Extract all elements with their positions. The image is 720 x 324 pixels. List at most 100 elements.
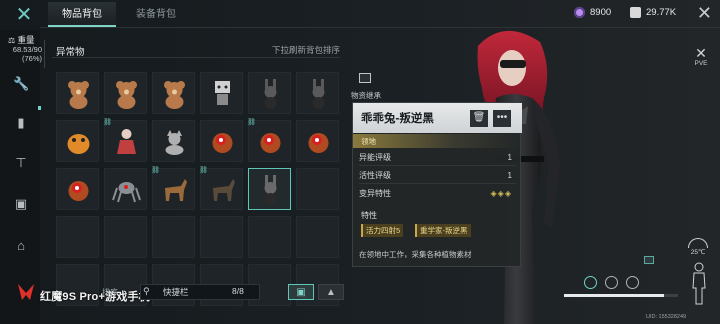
stat-row: 异能评级 1 — [359, 150, 516, 166]
mutation-icons: ◈◈◈ — [490, 189, 512, 198]
inventory-slot[interactable] — [56, 72, 99, 114]
inventory-slot[interactable] — [296, 72, 339, 114]
left-sidebar — [0, 30, 40, 324]
orange-creature-icon — [67, 134, 90, 154]
link-icon: ⛓ — [103, 119, 112, 126]
teddy-bear-icon — [116, 81, 137, 109]
tab-equipment-bag[interactable]: 装备背包 — [122, 2, 190, 27]
inventory-slot[interactable] — [296, 168, 339, 210]
crystal-amount: 8900 — [590, 7, 612, 18]
inventory-slot[interactable] — [104, 72, 147, 114]
teddy-bear-icon — [164, 81, 185, 109]
coin-currency: 29.77K — [630, 7, 676, 18]
quickbar-count: 8/8 — [232, 286, 244, 296]
item-description: 在领地中工作，采集各种植物素材 — [359, 250, 472, 259]
inventory-slot[interactable] — [296, 120, 339, 162]
dark-rabbit-icon — [264, 175, 277, 205]
link-icon: ⛓ — [199, 167, 208, 174]
stat-label: 活性评级 — [359, 171, 391, 180]
inventory-slot[interactable] — [200, 120, 243, 162]
item-name: 乖乖兔-叛逆黑 — [361, 113, 434, 125]
traits-label: 特性 — [361, 211, 377, 220]
body-status-icon[interactable] — [690, 262, 708, 306]
dark-rabbit-icon — [312, 79, 325, 109]
coin-icon — [630, 7, 641, 18]
tab-item-bag[interactable]: 物品背包 — [48, 2, 116, 27]
rank-strip: 领地 — [353, 134, 522, 148]
inventory-slot[interactable]: ⛓ — [103, 119, 147, 162]
inventory-slot[interactable] — [248, 216, 291, 258]
stat-row: 变异特性 ◈◈◈ — [359, 186, 516, 202]
inventory-slot[interactable] — [152, 120, 195, 162]
inventory-slot[interactable]: ⛓ — [151, 167, 195, 210]
section-label: 物资继承 — [351, 91, 381, 100]
inventory-slot[interactable] — [56, 168, 99, 210]
stat-value: 1 — [507, 171, 512, 180]
crystal-currency: 8900 — [574, 7, 611, 18]
red-doll-icon — [117, 129, 136, 154]
grey-cat-icon — [165, 130, 184, 155]
temperature-readout: 25℃ — [690, 249, 706, 256]
inventory-slot[interactable]: ⛓ — [199, 167, 243, 210]
canister-icon[interactable]: ▮ — [13, 115, 29, 131]
toolbox-icon[interactable]: ▣ — [13, 196, 29, 212]
stat-label: 变异特性 — [359, 189, 391, 198]
inventory-slot[interactable] — [248, 168, 291, 210]
status-circle-icon[interactable] — [605, 276, 618, 289]
horse-icon — [165, 179, 187, 201]
inventory-slot[interactable] — [152, 216, 195, 258]
mech-spider-icon — [112, 182, 141, 203]
status-bar-fill — [564, 294, 664, 297]
category-title: 异常物 — [56, 47, 85, 58]
status-circle-icon[interactable] — [584, 276, 597, 289]
thermometer-icon — [688, 238, 708, 248]
inventory-slot[interactable] — [296, 216, 339, 258]
trait-chip[interactable]: 重学家-叛逆黑 — [415, 224, 471, 237]
coin-amount: 29.77K — [646, 7, 677, 18]
link-icon: ⛓ — [151, 167, 160, 174]
dark-rabbit-icon — [264, 79, 277, 109]
filter-terrain-button[interactable]: ▲ — [318, 284, 344, 300]
more-button[interactable]: ••• — [493, 110, 511, 127]
inventory-slot[interactable] — [248, 72, 291, 114]
game-logo-icon[interactable]: ✕ — [12, 4, 36, 26]
inherit-icon — [359, 73, 371, 83]
item-detail-panel: 乖乖兔-叛逆黑 🗑 ••• 领地 异能评级 1 活性评级 1 变异特性 ◈◈◈ … — [352, 102, 522, 267]
wrench-icon[interactable]: 🔧 — [13, 76, 29, 92]
detail-header: 乖乖兔-叛逆黑 🗑 ••• — [353, 103, 522, 133]
device-watermark: 红魔9S Pro+游戏手机 — [40, 291, 150, 303]
trash-button[interactable]: 🗑 — [470, 110, 488, 127]
close-button[interactable]: ✕ — [697, 3, 712, 24]
scroll-ruler — [44, 40, 47, 68]
trait-chip[interactable]: 活力四射5 — [361, 224, 404, 237]
robot-icon — [215, 81, 230, 105]
dark-horse-icon — [213, 179, 235, 201]
filter-bag-button[interactable]: ▣ — [288, 284, 314, 300]
inventory-slot[interactable] — [104, 168, 147, 210]
weight-value: 68.53/90 — [12, 45, 42, 54]
topbar-divider — [40, 27, 720, 28]
weight-label-text: 重量 — [17, 35, 35, 45]
inventory-slot[interactable] — [200, 216, 243, 258]
refresh-sort-hint[interactable]: 下拉刷新背包排序 — [272, 44, 340, 56]
stat-label: 异能评级 — [359, 153, 391, 162]
inventory-slot[interactable] — [56, 120, 99, 162]
mode-label: PVE — [694, 60, 708, 67]
redmagic-logo-icon — [15, 281, 37, 303]
status-circle-icon[interactable] — [626, 276, 639, 289]
game-screen: ✕ 物品背包 装备背包 8900 29.77K ✕ ⚖ 重量 68.53/90 … — [0, 0, 720, 324]
weight-percent: (76%) — [21, 54, 42, 63]
home-icon[interactable]: ⌂ — [13, 238, 29, 254]
crystal-icon — [574, 7, 585, 18]
inventory-slot[interactable] — [104, 216, 147, 258]
inventory-slot[interactable] — [200, 72, 243, 114]
inventory-slot[interactable]: ⛓ — [247, 119, 291, 162]
inventory-slot[interactable] — [56, 216, 99, 258]
link-icon: ⛓ — [247, 119, 256, 126]
status-flag-icon — [644, 256, 654, 264]
hammer-icon[interactable]: ⊤ — [13, 155, 29, 171]
teddy-bear-icon — [68, 81, 89, 109]
sidebar-active-mark — [38, 106, 41, 110]
sort-label[interactable]: 排序 — [102, 287, 118, 298]
inventory-slot[interactable] — [152, 72, 195, 114]
